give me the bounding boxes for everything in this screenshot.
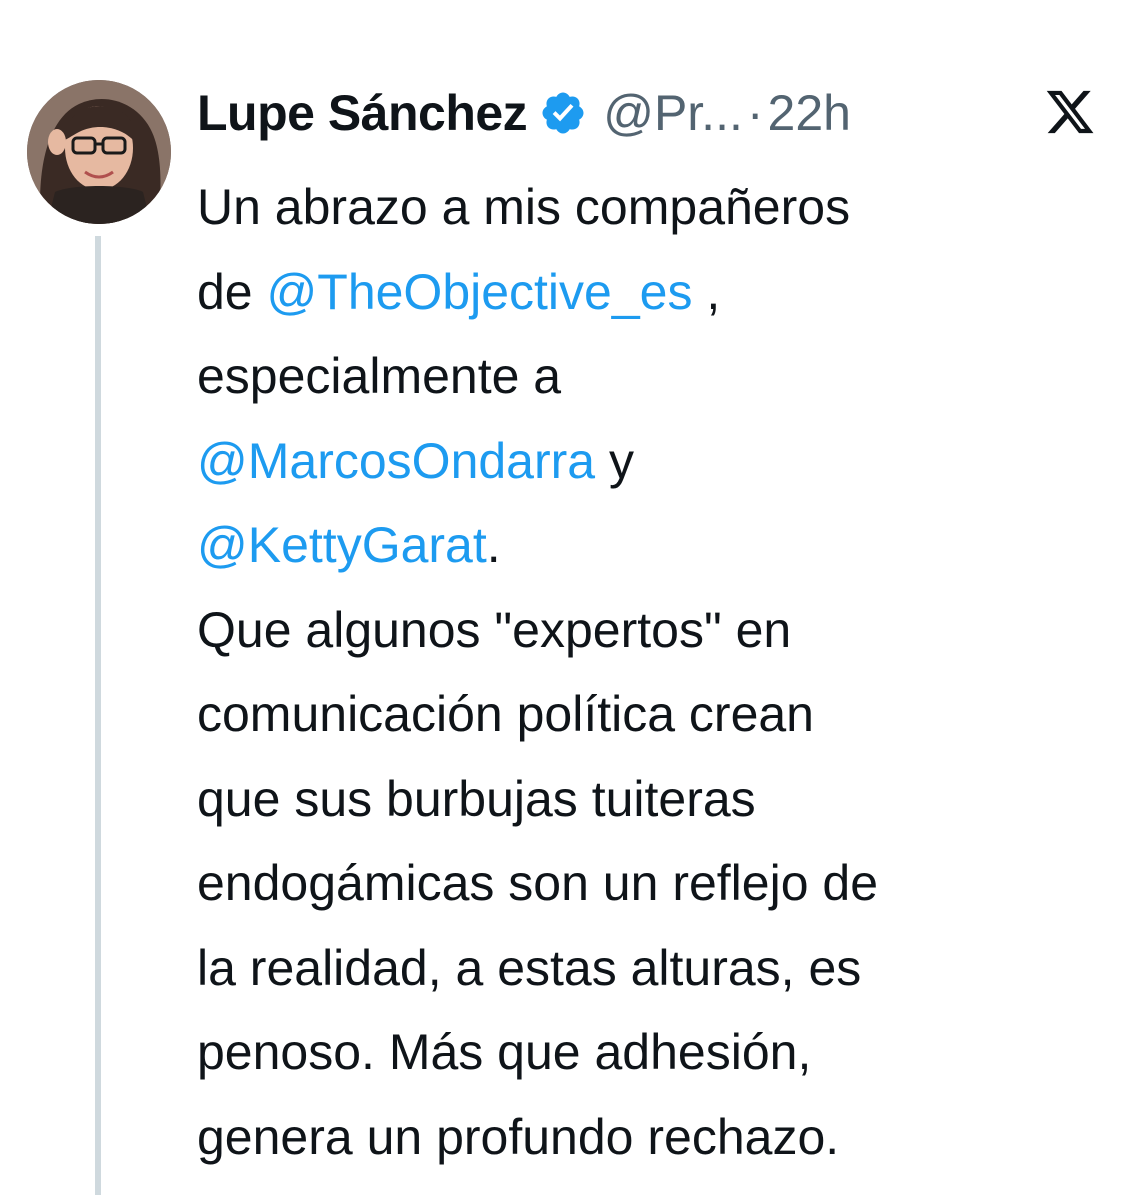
tweet-text-line: penoso. Más que adhesión, xyxy=(197,1010,1097,1095)
tweet-text-line: genera un profundo rechazo. xyxy=(197,1095,1097,1180)
text-segment: especialmente a xyxy=(197,348,562,404)
text-segment: de xyxy=(197,263,267,320)
tweet-text-line: endogámicas son un reflejo de xyxy=(197,841,1097,926)
author-name[interactable]: Lupe Sánchez xyxy=(197,84,528,142)
text-segment: , xyxy=(692,263,721,320)
text-segment: penoso. Más que adhesión, xyxy=(197,1024,812,1080)
thread-connector-line xyxy=(95,236,101,1195)
text-segment: y xyxy=(595,432,635,489)
author-handle[interactable]: @Pr... xyxy=(603,84,743,142)
tweet-text-line: @MarcosOndarra y xyxy=(197,419,1097,504)
text-segment: comunicación política crean xyxy=(197,686,814,742)
text-segment: la realidad, a estas alturas, es xyxy=(197,939,862,996)
text-segment: endogámicas son un reflejo de xyxy=(197,855,879,911)
mention-link[interactable]: @TheObjective_es xyxy=(267,264,693,320)
text-segment: genera un profundo rechazo. xyxy=(197,1108,840,1165)
x-logo-icon[interactable] xyxy=(1044,86,1096,138)
text-segment: Un abrazo a mis compañeros xyxy=(197,179,851,235)
verified-badge-icon xyxy=(539,89,587,137)
timestamp[interactable]: 22h xyxy=(768,84,851,142)
tweet-header: Lupe Sánchez @Pr... · 22h xyxy=(197,78,1107,148)
tweet-text-line: Un abrazo a mis compañeros xyxy=(197,165,1097,250)
tweet-text-line: @KettyGarat. xyxy=(197,503,1097,588)
tweet-text-line: de @TheObjective_es , xyxy=(197,250,1097,335)
separator-dot: · xyxy=(746,85,764,141)
tweet-text-line: especialmente a xyxy=(197,334,1097,419)
tweet-text-line: que sus burbujas tuiteras xyxy=(197,757,1097,842)
tweet[interactable]: Lupe Sánchez @Pr... · 22h Un abrazo a mi… xyxy=(0,0,1125,1195)
mention-link[interactable]: @MarcosOndarra xyxy=(197,433,595,489)
tweet-text-line: la realidad, a estas alturas, es xyxy=(197,926,1097,1011)
tweet-text: Un abrazo a mis compañeros de @TheObject… xyxy=(197,165,1097,1179)
text-segment: . xyxy=(486,517,501,573)
tweet-text-line: comunicación política crean xyxy=(197,672,1097,757)
avatar[interactable] xyxy=(27,80,171,224)
tweet-text-line: Que algunos "expertos" en xyxy=(197,588,1097,673)
mention-link[interactable]: @KettyGarat xyxy=(197,517,487,573)
text-segment: Que algunos "expertos" en xyxy=(197,601,792,658)
text-segment: que sus burbujas tuiteras xyxy=(197,770,756,827)
